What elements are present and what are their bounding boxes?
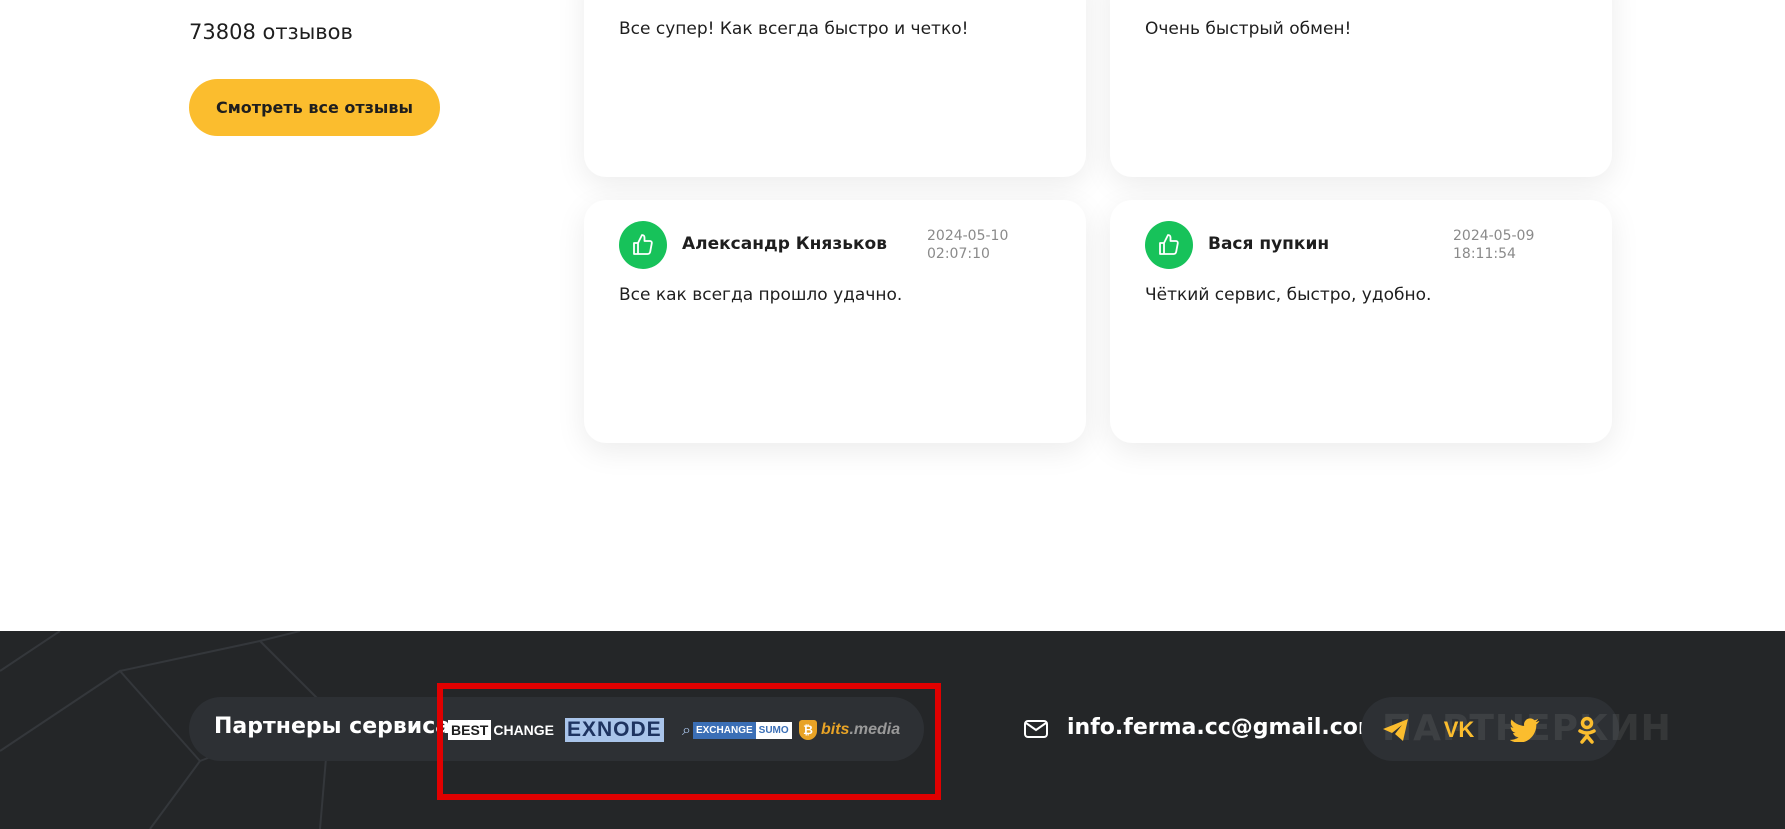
reviewer-name: Вася пупкин: [1208, 234, 1330, 254]
twitter-icon[interactable]: [1510, 717, 1540, 743]
thumbs-up-icon: [1145, 221, 1193, 269]
review-date: 2024-05-09 18:11:54: [1453, 227, 1534, 263]
vk-icon[interactable]: VK: [1444, 717, 1475, 743]
review-text: Чёткий сервис, быстро, удобно.: [1145, 285, 1432, 305]
reviews-count: 73808 отзывов: [189, 20, 353, 44]
mail-icon: [1023, 716, 1049, 746]
partners-label: Партнеры сервиса:: [214, 714, 459, 739]
review-date-time: 02:07:10: [927, 246, 990, 262]
reviews-section: 73808 отзывов Смотреть все отзывы Все су…: [0, 0, 1785, 631]
review-date-day: 2024-05-10: [927, 228, 1009, 244]
review-card: Все супер! Как всегда быстро и четко!: [584, 0, 1086, 177]
review-text: Все супер! Как всегда быстро и четко!: [619, 19, 969, 39]
review-text: Все как всегда прошло удачно.: [619, 285, 903, 305]
review-card: Александр Князьков 2024-05-10 02:07:10 В…: [584, 200, 1086, 443]
review-text: Очень быстрый обмен!: [1145, 19, 1352, 39]
reviewer-name: Александр Князьков: [682, 234, 887, 254]
review-date: 2024-05-10 02:07:10: [927, 227, 1008, 263]
review-card: Очень быстрый обмен!: [1110, 0, 1612, 177]
highlight-annotation: [437, 683, 941, 800]
all-reviews-button[interactable]: Смотреть все отзывы: [189, 79, 440, 136]
telegram-icon[interactable]: [1381, 717, 1411, 743]
contact-email[interactable]: info.ferma.cc@gmail.com: [1067, 715, 1381, 740]
review-card: Вася пупкин 2024-05-09 18:11:54 Чёткий с…: [1110, 200, 1612, 443]
review-date-day: 2024-05-09: [1453, 228, 1535, 244]
thumbs-up-icon: [619, 221, 667, 269]
odnoklassniki-icon[interactable]: [1572, 716, 1602, 744]
review-date-time: 18:11:54: [1453, 246, 1516, 262]
